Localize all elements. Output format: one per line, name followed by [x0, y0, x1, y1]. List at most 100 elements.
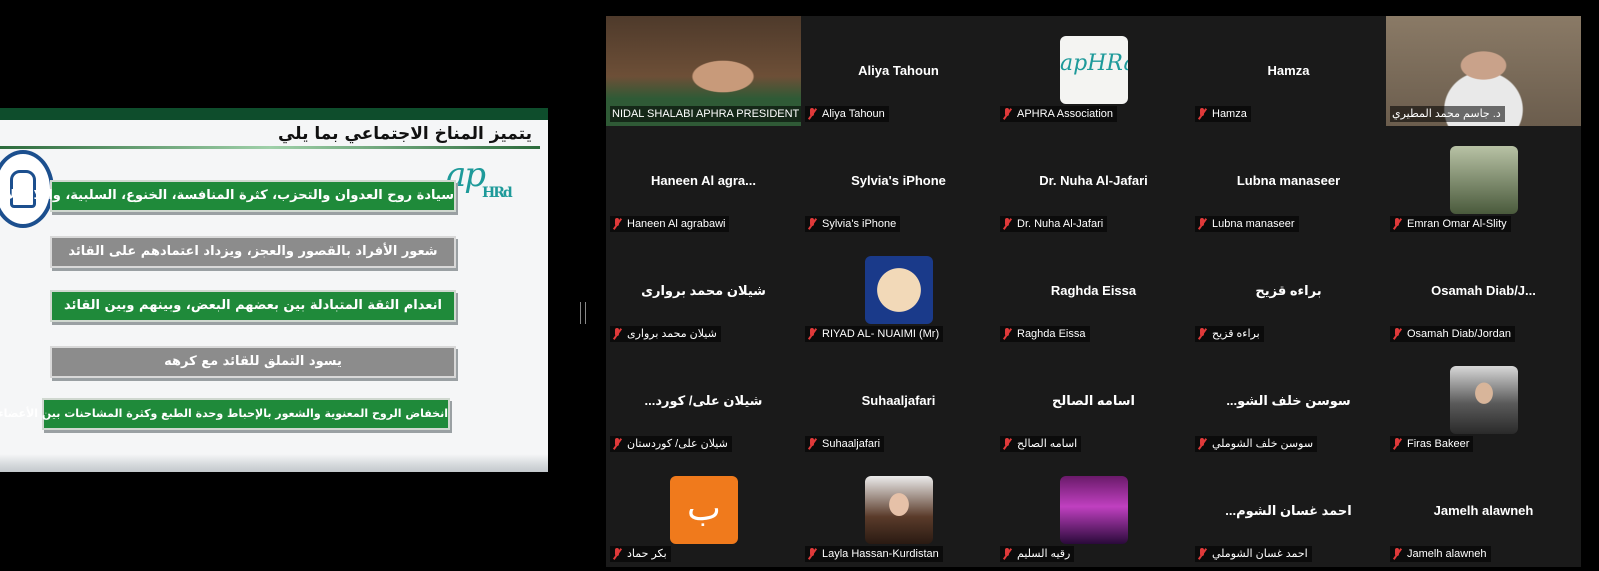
- muted-microphone-icon: [1197, 328, 1207, 340]
- participant-name-label: Layla Hassan-Kurdistan: [805, 546, 943, 562]
- participant-name-label: Aliya Tahoun: [805, 106, 889, 122]
- participant-tile[interactable]: Layla Hassan-Kurdistan: [801, 456, 996, 566]
- muted-microphone-icon: [612, 438, 622, 450]
- participant-tile[interactable]: شيلان محمد بروارى شيلان محمد بروارى: [606, 236, 801, 346]
- muted-microphone-icon: [807, 108, 817, 120]
- participant-name-label: Osamah Diab/Jordan: [1390, 326, 1515, 342]
- participant-display-name: براءه قزيح: [1255, 283, 1322, 298]
- participant-label-text: RIYAD AL- NUAIMI (Mr): [822, 328, 940, 340]
- participant-tile[interactable]: Firas Bakeer: [1386, 346, 1581, 456]
- slide-bullet-5: انخفاض الروح المعنوية والشعور بالإحباط و…: [0, 398, 450, 430]
- participant-label-text: APHRA Association: [1017, 108, 1113, 120]
- muted-microphone-icon: [1002, 108, 1012, 120]
- participant-tile[interactable]: رقيه السليم: [996, 456, 1191, 566]
- participant-tile[interactable]: RIYAD AL- NUAIMI (Mr): [801, 236, 996, 346]
- participant-display-name: شيلان محمد بروارى: [641, 283, 766, 298]
- slide-bullet-3: انعدام الثقة المتبادلة بين بعضهم البعض، …: [50, 290, 456, 322]
- participant-label-text: Sylvia's iPhone: [822, 218, 897, 230]
- participant-display-name: Osamah Diab/J...: [1431, 283, 1536, 298]
- muted-microphone-icon: [1197, 108, 1207, 120]
- participant-name-label: Haneen Al agrabawi: [610, 216, 730, 232]
- participant-name-label: NIDAL SHALABI APHRA PRESIDENT: [610, 106, 801, 122]
- muted-microphone-icon: [1392, 548, 1402, 560]
- participant-name-label: Jamelh alawneh: [1390, 546, 1491, 562]
- participant-tile[interactable]: NIDAL SHALABI APHRA PRESIDENT: [606, 16, 801, 126]
- participant-tile[interactable]: Lubna manaseer Lubna manaseer: [1191, 126, 1386, 236]
- participant-name-label: Emran Omar Al-Slity: [1390, 216, 1511, 232]
- participant-tile[interactable]: Sylvia's iPhone Sylvia's iPhone: [801, 126, 996, 236]
- participant-tile[interactable]: Suhaaljafari Suhaaljafari: [801, 346, 996, 456]
- participant-tile[interactable]: ...سوسن خلف الشو سوسن خلف الشوملي: [1191, 346, 1386, 456]
- split-view-resize-handle[interactable]: [580, 302, 586, 324]
- slide-title-underline: [0, 146, 540, 149]
- participant-tile[interactable]: ب بكر حماد: [606, 456, 801, 566]
- participant-name-label: د. جاسم محمد المطيري: [1390, 106, 1505, 122]
- aphra-logo-small-text: HRd: [482, 185, 513, 201]
- participant-tile[interactable]: Haneen Al agra... Haneen Al agrabawi: [606, 126, 801, 236]
- muted-microphone-icon: [1002, 438, 1012, 450]
- participant-tile[interactable]: Jamelh alawneh Jamelh alawneh: [1386, 456, 1581, 566]
- muted-microphone-icon: [1392, 328, 1402, 340]
- participant-display-name: Hamza: [1267, 63, 1310, 78]
- participant-name-label: Hamza: [1195, 106, 1251, 122]
- participant-name-label: Suhaaljafari: [805, 436, 885, 452]
- slide-title: يتميز المناخ الاجتماعي بما يلي: [277, 124, 532, 144]
- muted-microphone-icon: [612, 328, 622, 340]
- participant-tile[interactable]: Aliya Tahoun Aliya Tahoun: [801, 16, 996, 126]
- participant-name-label: Dr. Nuha Al-Jafari: [1000, 216, 1108, 232]
- participant-name-label: Firas Bakeer: [1390, 436, 1474, 452]
- participant-avatar: ب: [670, 476, 738, 544]
- participant-display-name: Lubna manaseer: [1236, 173, 1341, 188]
- participant-display-name: Sylvia's iPhone: [851, 173, 946, 188]
- participant-avatar: apHRa: [1060, 36, 1128, 104]
- participant-label-text: سوسن خلف الشوملي: [1212, 438, 1314, 450]
- participant-name-label: Lubna manaseer: [1195, 216, 1299, 232]
- participant-tile[interactable]: Emran Omar Al-Slity: [1386, 126, 1581, 236]
- participant-label-text: رقيه السليم: [1017, 548, 1071, 560]
- muted-microphone-icon: [1392, 438, 1402, 450]
- participant-display-name: Raghda Eissa: [1050, 283, 1137, 298]
- participant-label-text: اسامه الصالح: [1017, 438, 1078, 450]
- participant-label-text: Layla Hassan-Kurdistan: [822, 548, 939, 560]
- participant-tile[interactable]: Osamah Diab/J... Osamah Diab/Jordan: [1386, 236, 1581, 346]
- participant-tile[interactable]: ...شيلان على/ كورد شيلان على/ كوردستان: [606, 346, 801, 456]
- muted-microphone-icon: [612, 218, 622, 230]
- participant-tile[interactable]: ...احمد غسان الشوم احمد غسان الشوملي: [1191, 456, 1386, 566]
- participant-name-label: اسامه الصالح: [1000, 436, 1082, 452]
- participant-tile[interactable]: Raghda Eissa Raghda Eissa: [996, 236, 1191, 346]
- participant-label-text: Jamelh alawneh: [1407, 548, 1487, 560]
- participant-display-name: Suhaaljafari: [861, 393, 936, 408]
- muted-microphone-icon: [612, 548, 622, 560]
- slide-top-bar: [0, 108, 548, 120]
- participant-label-text: احمد غسان الشوملي: [1212, 548, 1308, 560]
- participant-label-text: NIDAL SHALABI APHRA PRESIDENT: [612, 108, 800, 120]
- participant-label-text: Emran Omar Al-Slity: [1407, 218, 1507, 230]
- participant-tile[interactable]: Hamza Hamza: [1191, 16, 1386, 126]
- muted-microphone-icon: [807, 438, 817, 450]
- participant-label-text: شيلان محمد بروارى: [627, 328, 717, 340]
- muted-microphone-icon: [1197, 218, 1207, 230]
- participant-label-text: Osamah Diab/Jordan: [1407, 328, 1511, 340]
- muted-microphone-icon: [807, 218, 817, 230]
- participant-tile[interactable]: apHRa APHRA Association: [996, 16, 1191, 126]
- participant-display-name: ...احمد غسان الشوم: [1225, 503, 1352, 518]
- muted-microphone-icon: [807, 328, 817, 340]
- slide-footer-decoration: [0, 454, 548, 472]
- participant-tile[interactable]: براءه قزيح براءه قزيح: [1191, 236, 1386, 346]
- participant-name-label: رقيه السليم: [1000, 546, 1075, 562]
- participant-avatar: [865, 476, 933, 544]
- participant-label-text: Suhaaljafari: [822, 438, 881, 450]
- participant-display-name: Jamelh alawneh: [1433, 503, 1534, 518]
- participant-label-text: Haneen Al agrabawi: [627, 218, 726, 230]
- participant-tile[interactable]: اسامه الصالح اسامه الصالح: [996, 346, 1191, 456]
- participant-tile[interactable]: د. جاسم محمد المطيري: [1386, 16, 1581, 126]
- participant-label-text: Aliya Tahoun: [822, 108, 885, 120]
- aphra-logo: ap HRd: [446, 156, 530, 201]
- muted-microphone-icon: [1002, 328, 1012, 340]
- participant-name-label: احمد غسان الشوملي: [1195, 546, 1312, 562]
- participant-label-text: Dr. Nuha Al-Jafari: [1017, 218, 1104, 230]
- participant-tile[interactable]: Dr. Nuha Al-Jafari Dr. Nuha Al-Jafari: [996, 126, 1191, 236]
- shared-screen-slide: يتميز المناخ الاجتماعي بما يلي ap HRd سي…: [0, 108, 548, 472]
- participant-label-text: Raghda Eissa: [1017, 328, 1086, 340]
- participant-avatar: [865, 256, 933, 324]
